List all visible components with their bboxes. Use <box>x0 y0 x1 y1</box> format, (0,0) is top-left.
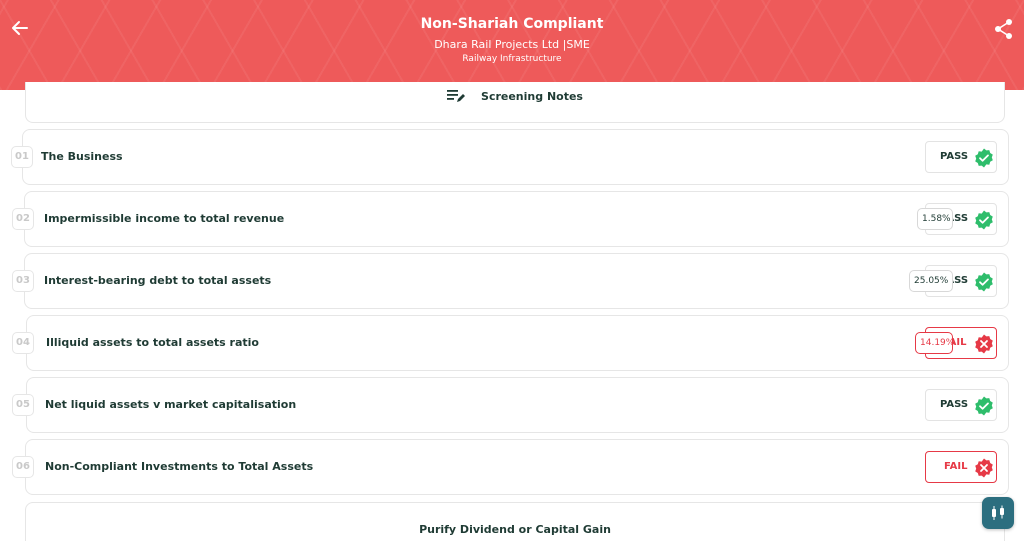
page-header: Non-Shariah Compliant Dhara Rail Project… <box>0 0 1024 90</box>
fail-cross-icon <box>975 334 993 354</box>
criteria-row-illiquid-assets[interactable]: Illiquid assets to total assets ratio <box>26 315 1009 371</box>
share-icon[interactable] <box>994 18 1014 40</box>
status-badge: FAIL <box>925 451 997 483</box>
criteria-label: Non-Compliant Investments to Total Asset… <box>45 460 314 473</box>
verified-check-icon <box>975 210 993 230</box>
criteria-label: The Business <box>41 150 123 163</box>
company-name: Dhara Rail Projects Ltd |SME <box>434 38 590 51</box>
criteria-number: 02 <box>12 208 34 230</box>
screening-notes-button[interactable]: Screening Notes <box>26 90 1004 104</box>
verified-check-icon <box>975 396 993 416</box>
purify-label: Purify Dividend or Capital Gain <box>419 523 611 536</box>
candlestick-icon <box>992 505 1004 520</box>
criteria-label: Illiquid assets to total assets ratio <box>46 336 259 349</box>
criteria-row-net-liquid-assets[interactable]: Net liquid assets v market capitalisatio… <box>26 377 1009 433</box>
criteria-row-business[interactable]: The Business <box>22 129 1009 185</box>
criteria-row-non-compliant-investments[interactable]: Non-Compliant Investments to Total Asset… <box>25 439 1009 495</box>
criteria-number: 01 <box>11 146 33 168</box>
screening-notes-label: Screening Notes <box>481 90 583 103</box>
criteria-label: Interest-bearing debt to total assets <box>44 274 272 287</box>
notes-edit-icon <box>447 90 466 102</box>
criteria-number: 05 <box>12 394 34 416</box>
screening-notes-card[interactable]: Screening Notes <box>25 82 1005 123</box>
chart-fab-button[interactable] <box>982 497 1014 529</box>
criteria-label: Net liquid assets v market capitalisatio… <box>45 398 297 411</box>
criteria-number: 06 <box>12 456 34 478</box>
criteria-number: 04 <box>12 332 34 354</box>
sector-name: Railway Infrastructure <box>462 54 562 64</box>
page-title: Non-Shariah Compliant <box>420 16 604 32</box>
fail-cross-icon <box>975 458 993 478</box>
status-badge: PASS <box>925 389 997 421</box>
ratio-value: 1.58% <box>917 208 953 230</box>
criteria-label: Impermissible income to total revenue <box>44 212 285 225</box>
verified-check-icon <box>975 148 993 168</box>
ratio-value: 14.19% <box>915 332 954 354</box>
purify-card[interactable]: Purify Dividend or Capital Gain <box>25 502 1005 541</box>
criteria-number: 03 <box>12 270 34 292</box>
criteria-row-impermissible-income[interactable]: Impermissible income to total revenue <box>24 191 1009 247</box>
ratio-value: 25.05% <box>909 270 953 292</box>
criteria-row-interest-debt[interactable]: Interest-bearing debt to total assets <box>24 253 1009 309</box>
verified-check-icon <box>975 272 993 292</box>
status-badge: PASS <box>925 141 997 173</box>
